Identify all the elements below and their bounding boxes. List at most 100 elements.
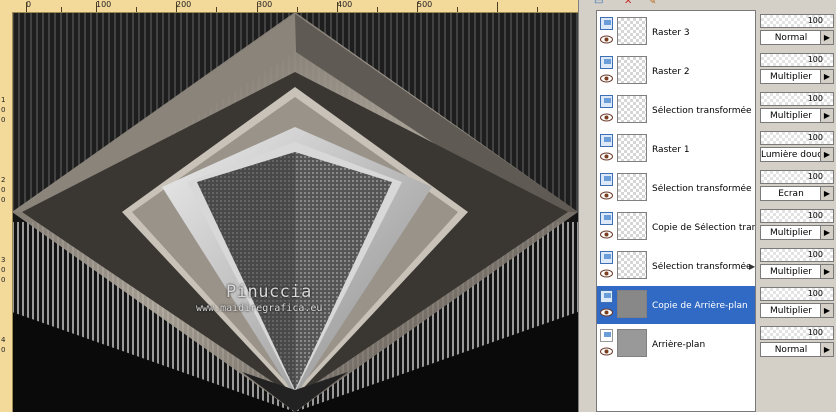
opacity-slider[interactable]: 100 — [760, 209, 834, 223]
blend-mode-select[interactable]: Écran ▶ — [760, 186, 834, 201]
chevron-right-icon[interactable]: ▶ — [820, 226, 833, 239]
ruler-label: 4 — [1, 336, 6, 344]
opacity-value: 100 — [807, 289, 823, 298]
eye-icon[interactable] — [600, 74, 613, 83]
layer-properties: 100 Multiplier ▶ — [760, 92, 836, 130]
ruler-label: 100 — [96, 0, 112, 9]
layer-properties: 100 Écran ▶ — [760, 170, 836, 208]
layer-thumbnail — [617, 173, 647, 201]
eye-icon[interactable] — [600, 113, 613, 122]
layer-row[interactable]: Raster 1 — [597, 130, 755, 168]
layer-properties: 100 Multiplier ▶ — [760, 209, 836, 247]
image-canvas[interactable]: 0 100 200 300 400 500 1 0 0 2 0 0 3 0 0 … — [0, 0, 578, 412]
layer-properties-column: 100 Normal ▶ 100 Multiplier ▶ 100 Multipli… — [760, 14, 836, 412]
layer-name: Arrière-plan — [652, 340, 706, 350]
ruler-label: 0 — [1, 346, 6, 354]
eye-icon[interactable] — [600, 152, 613, 161]
layer-name: Sélection transformée 2 — [652, 106, 755, 116]
properties-icon[interactable]: ✎ — [648, 0, 660, 7]
blend-mode-value: Normal — [774, 345, 808, 355]
blend-mode-select[interactable]: Multiplier ▶ — [760, 108, 834, 123]
blend-mode-value: Multiplier — [770, 111, 812, 121]
layer-row[interactable]: Copie de Sélection transformée — [597, 208, 755, 246]
layer-properties: 100 Normal ▶ — [760, 326, 836, 364]
layer-properties: 100 Normal ▶ — [760, 14, 836, 52]
opacity-slider[interactable]: 100 — [760, 92, 834, 106]
ruler-label: 400 — [337, 0, 353, 9]
chevron-right-icon[interactable]: ▶ — [820, 70, 833, 83]
chevron-right-icon[interactable]: ▶ — [820, 109, 833, 122]
layer-list[interactable]: Raster 3 Raster 2 Sélection transformée … — [596, 10, 756, 412]
layer-row[interactable]: Sélection transformée — [597, 247, 755, 285]
opacity-value: 100 — [807, 94, 823, 103]
artwork — [12, 12, 578, 412]
chevron-right-icon[interactable]: ▶ — [820, 265, 833, 278]
layer-name: Raster 2 — [652, 67, 690, 77]
ruler-label: 3 — [1, 256, 6, 264]
horizontal-ruler: 0 100 200 300 400 500 — [0, 0, 578, 13]
blend-mode-select[interactable]: Lumière douce▶ — [760, 147, 834, 162]
visibility-toggle-icon[interactable] — [600, 134, 613, 147]
ruler-label: 500 — [417, 0, 433, 9]
blend-mode-value: Multiplier — [770, 228, 812, 238]
blend-mode-select[interactable]: Normal ▶ — [760, 30, 834, 45]
chevron-right-icon[interactable]: ▶ — [820, 343, 833, 356]
opacity-slider[interactable]: 100 — [760, 248, 834, 262]
visibility-toggle-icon[interactable] — [600, 95, 613, 108]
blend-mode-select[interactable]: Normal ▶ — [760, 342, 834, 357]
opacity-slider[interactable]: 100 — [760, 287, 834, 301]
blend-mode-select[interactable]: Multiplier ▶ — [760, 264, 834, 279]
eye-icon[interactable] — [600, 269, 613, 278]
visibility-toggle-icon[interactable] — [600, 173, 613, 186]
opacity-slider[interactable]: 100 — [760, 326, 834, 340]
layer-name: Sélection transformée — [652, 262, 752, 272]
vertical-ruler: 1 0 0 2 0 0 3 0 0 4 0 — [0, 12, 13, 412]
chevron-right-icon[interactable]: ▶ — [820, 148, 833, 161]
layer-row[interactable]: Raster 3 — [597, 13, 755, 51]
chevron-right-icon[interactable]: ▶ — [820, 31, 833, 44]
visibility-toggle-icon[interactable] — [600, 56, 613, 69]
opacity-slider[interactable]: 100 — [760, 131, 834, 145]
eye-icon[interactable] — [600, 230, 613, 239]
layer-row[interactable]: Sélection transformée — [597, 169, 755, 207]
layer-name: Copie de Sélection transformée — [652, 223, 755, 233]
chevron-right-icon[interactable]: ▶ — [820, 187, 833, 200]
eye-icon[interactable] — [600, 347, 613, 356]
layer-thumbnail — [617, 290, 647, 318]
layer-properties: 100 Lumière douce▶ — [760, 131, 836, 169]
opacity-value: 100 — [807, 55, 823, 64]
opacity-slider[interactable]: 100 — [760, 14, 834, 28]
chevron-right-icon[interactable]: ▶ — [749, 262, 755, 278]
opacity-value: 100 — [807, 211, 823, 220]
new-layer-icon[interactable]: ▭ — [594, 0, 606, 7]
layer-thumbnail — [617, 329, 647, 357]
eye-icon[interactable] — [600, 308, 613, 317]
blend-mode-select[interactable]: Multiplier ▶ — [760, 225, 834, 240]
blend-mode-select[interactable]: Multiplier ▶ — [760, 69, 834, 84]
blend-mode-select[interactable]: Multiplier ▶ — [760, 303, 834, 318]
layer-name: Copie de Arrière-plan — [652, 301, 748, 311]
ruler-label: 1 — [1, 96, 6, 104]
delete-layer-icon[interactable]: ✕ — [624, 0, 636, 7]
layer-row[interactable]: Raster 2 — [597, 52, 755, 90]
visibility-toggle-icon[interactable] — [600, 290, 613, 303]
opacity-slider[interactable]: 100 — [760, 53, 834, 67]
watermark-name: Pinuccia — [226, 282, 312, 302]
layer-thumbnail — [617, 56, 647, 84]
visibility-toggle-icon[interactable] — [600, 212, 613, 225]
ruler-label: 300 — [257, 0, 273, 9]
layer-row-selected[interactable]: Copie de Arrière-plan — [597, 286, 755, 324]
visibility-toggle-icon[interactable] — [600, 329, 613, 342]
visibility-toggle-icon[interactable] — [600, 17, 613, 30]
ruler-label: 0 — [1, 116, 6, 124]
opacity-slider[interactable]: 100 — [760, 170, 834, 184]
eye-icon[interactable] — [600, 191, 613, 200]
chevron-right-icon[interactable]: ▶ — [820, 304, 833, 317]
layer-row[interactable]: Arrière-plan — [597, 325, 755, 363]
opacity-value: 100 — [807, 328, 823, 337]
opacity-value: 100 — [807, 133, 823, 142]
layer-name: Sélection transformée — [652, 184, 752, 194]
layer-row[interactable]: Sélection transformée 2 — [597, 91, 755, 129]
visibility-toggle-icon[interactable] — [600, 251, 613, 264]
eye-icon[interactable] — [600, 35, 613, 44]
